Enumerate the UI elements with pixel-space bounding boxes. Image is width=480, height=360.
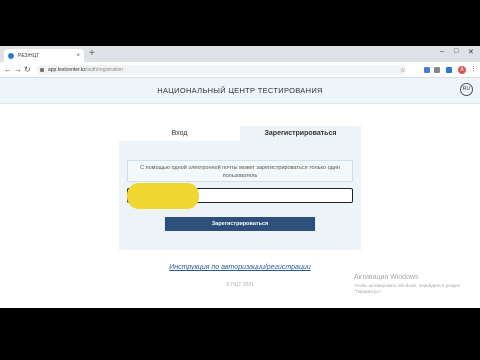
notice-box: С помощью одной электронной почты может … — [127, 160, 353, 182]
browser-menu-icon[interactable]: ⋮ — [470, 65, 477, 73]
bookmark-star-icon[interactable]: ☆ — [400, 66, 405, 76]
back-icon[interactable]: ← — [4, 65, 12, 75]
page: НАЦИОНАЛЬНЫЙ ЦЕНТР ТЕСТИРОВАНИЯ RU Вход … — [0, 78, 480, 308]
maximize-icon[interactable]: □ — [454, 48, 458, 55]
extension-icon[interactable] — [424, 67, 430, 73]
site-title: НАЦИОНАЛЬНЫЙ ЦЕНТР ТЕСТИРОВАНИЯ — [157, 86, 323, 95]
language-switch[interactable]: RU — [460, 83, 473, 96]
windows-activation-watermark: Активация Windows Чтобы активировать Win… — [354, 274, 472, 295]
tab-register[interactable]: Зарегистрироваться — [240, 126, 361, 141]
forward-icon[interactable]: → — [14, 65, 22, 75]
profile-avatar[interactable]: А — [458, 66, 466, 74]
extension-icon[interactable] — [434, 67, 440, 73]
tab-strip: РЕЗ/НЦТ × + – □ ✕ — [0, 46, 480, 62]
watermark-title: Активация Windows — [354, 274, 419, 281]
instruction-link[interactable]: Инструкция по авторизации/регистрации — [0, 264, 480, 271]
window-close-icon[interactable]: ✕ — [468, 48, 474, 56]
tab-login[interactable]: Вход — [119, 126, 240, 141]
browser-window: РЕЗ/НЦТ × + – □ ✕ ← → ↻ app.testcenter.k… — [0, 46, 480, 308]
site-header: НАЦИОНАЛЬНЫЙ ЦЕНТР ТЕСТИРОВАНИЯ RU — [0, 78, 480, 104]
lock-icon — [40, 68, 44, 72]
reload-icon[interactable]: ↻ — [24, 65, 31, 75]
watermark-text: Чтобы активировать Windows, перейдите в … — [354, 283, 461, 294]
extensions-puzzle-icon[interactable] — [446, 67, 452, 73]
browser-toolbar: ← → ↻ app.testcenter.kz/auth/registratio… — [0, 62, 480, 78]
register-button-label: Зарегистрироваться — [211, 221, 269, 227]
favicon-icon — [8, 52, 14, 59]
register-button[interactable]: Зарегистрироваться — [165, 217, 315, 231]
tab-title: РЕЗ/НЦТ — [18, 52, 40, 59]
url-text: app.testcenter.kz/auth/registration — [48, 67, 124, 73]
browser-tab[interactable]: РЕЗ/НЦТ × — [4, 49, 84, 62]
redaction-overlay — [127, 183, 199, 209]
tab-close-icon[interactable]: × — [76, 53, 80, 59]
auth-card: Вход Зарегистрироваться С помощью одной … — [119, 126, 361, 250]
minimize-icon[interactable]: – — [440, 48, 444, 55]
new-tab-icon[interactable]: + — [89, 49, 95, 59]
address-bar[interactable]: app.testcenter.kz/auth/registration — [36, 65, 406, 75]
